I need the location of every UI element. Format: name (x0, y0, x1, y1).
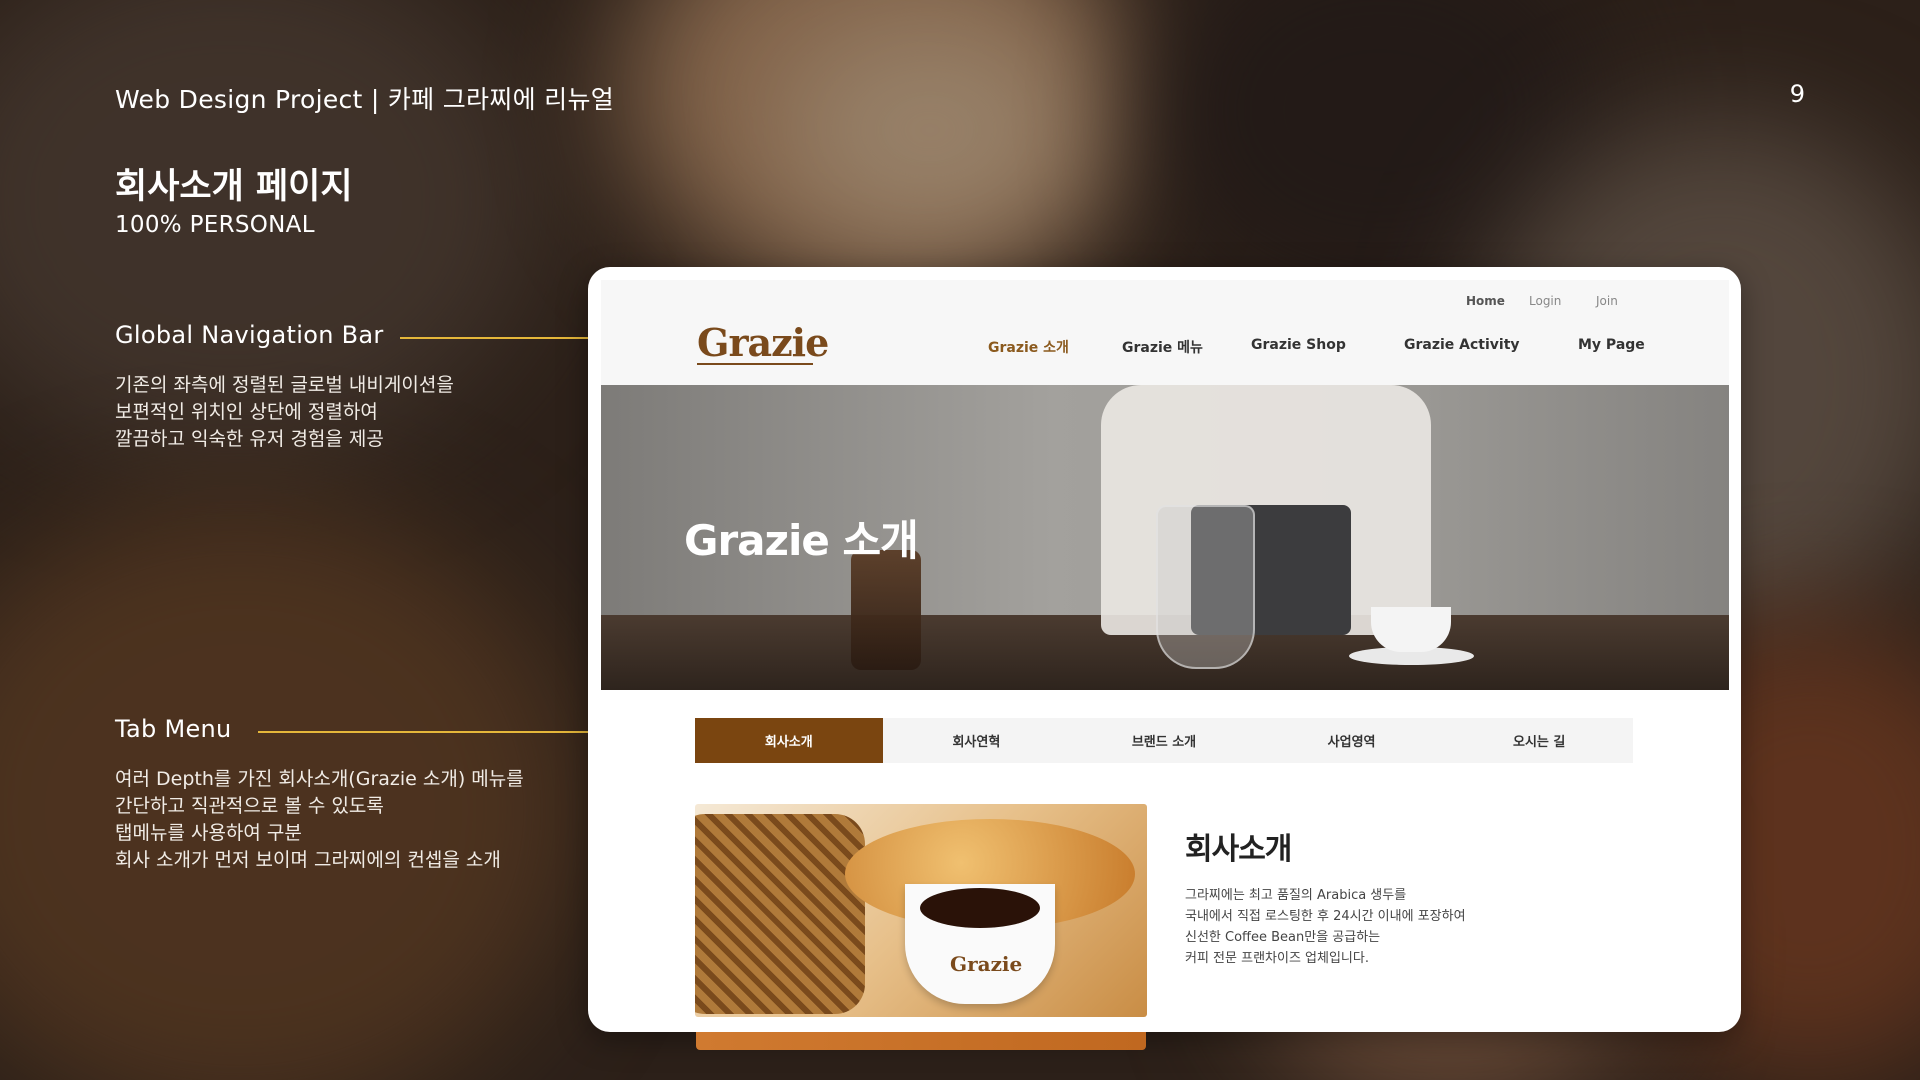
tab-directions[interactable]: 오시는 길 (1445, 718, 1633, 763)
annotation-gnb-description: 기존의 좌측에 정렬된 글로벌 내비게이션을 보편적인 위치인 상단에 정렬하여… (115, 372, 454, 453)
intro-line: 그라찌에는 최고 품질의 Arabica 생두를 (1185, 888, 1407, 903)
slide-title: Web Design Project | 카페 그라찌에 리뉴얼 (115, 85, 615, 114)
annotation-gnb-line-text: 기존의 좌측에 정렬된 글로벌 내비게이션을 (115, 374, 454, 396)
util-link-login[interactable]: Login (1529, 294, 1561, 308)
hero-banner: Grazie 소개 (601, 385, 1729, 690)
coffee-surface (920, 888, 1040, 928)
tab-business-area[interactable]: 사업영역 (1258, 718, 1446, 763)
coffee-bean-jar (851, 550, 921, 670)
annotation-gnb-title: Global Navigation Bar (115, 321, 384, 349)
intro-line: 커피 전문 프랜차이즈 업체입니다. (1185, 951, 1369, 966)
annotation-tab-line-text: 간단하고 직관적으로 볼 수 있도록 (115, 795, 384, 817)
util-link-join[interactable]: Join (1596, 294, 1618, 308)
util-link-home[interactable]: Home (1466, 294, 1505, 308)
coffee-bread-photo: Grazie (695, 804, 1147, 1017)
website-mockup: Home Login Join Grazie Grazie 소개 Grazie … (588, 267, 1741, 1032)
intro-line: 신선한 Coffee Bean만을 공급하는 (1185, 930, 1381, 945)
nav-item-my-page[interactable]: My Page (1578, 337, 1645, 353)
hero-title: Grazie 소개 (684, 516, 919, 565)
tab-company-intro[interactable]: 회사소개 (695, 718, 883, 763)
carafe-illustration (1156, 505, 1255, 669)
annotation-tab-line-text: 회사 소개가 먼저 보이며 그라찌에의 컨셉을 소개 (115, 849, 501, 871)
annotation-gnb-line-text: 깔끔하고 익숙한 유저 경험을 제공 (115, 428, 384, 450)
tab-menu: 회사소개 회사연혁 브랜드 소개 사업영역 오시는 길 (695, 718, 1633, 763)
nav-item-grazie-activity[interactable]: Grazie Activity (1404, 337, 1520, 353)
global-navigation-bar: Home Login Join Grazie Grazie 소개 Grazie … (601, 280, 1729, 385)
section-subtitle: 100% PERSONAL (115, 212, 315, 238)
logo-underline (697, 363, 813, 365)
annotation-tab-line (258, 731, 632, 733)
basket-illustration (695, 814, 865, 1014)
intro-body: 그라찌에는 최고 품질의 Arabica 생두를 국내에서 직접 로스팅한 후 … (1185, 885, 1466, 969)
annotation-tab-title: Tab Menu (115, 715, 232, 743)
annotation-tab-line-text: 여러 Depth를 가진 회사소개(Grazie 소개) 메뉴를 (115, 768, 524, 790)
grazie-logo[interactable]: Grazie (697, 320, 829, 365)
tab-brand-intro[interactable]: 브랜드 소개 (1070, 718, 1258, 763)
annotation-tab-line-text: 탭메뉴를 사용하여 구분 (115, 822, 302, 844)
annotation-tab-description: 여러 Depth를 가진 회사소개(Grazie 소개) 메뉴를 간단하고 직관… (115, 766, 524, 874)
nav-item-grazie-intro[interactable]: Grazie 소개 (988, 337, 1069, 357)
annotation-gnb-line-text: 보편적인 위치인 상단에 정렬하여 (115, 401, 378, 423)
page-number: 9 (1789, 80, 1805, 108)
intro-title: 회사소개 (1185, 832, 1292, 867)
section-title: 회사소개 페이지 (115, 167, 353, 207)
cup-logo: Grazie (950, 952, 1023, 976)
cup-illustration (1371, 607, 1451, 652)
tab-company-history[interactable]: 회사연혁 (883, 718, 1071, 763)
nav-item-grazie-shop[interactable]: Grazie Shop (1251, 337, 1346, 353)
nav-item-grazie-menu[interactable]: Grazie 메뉴 (1122, 337, 1203, 357)
photo-overflow-strip (696, 1032, 1146, 1050)
intro-line: 국내에서 직접 로스팅한 후 24시간 이내에 포장하여 (1185, 909, 1466, 924)
